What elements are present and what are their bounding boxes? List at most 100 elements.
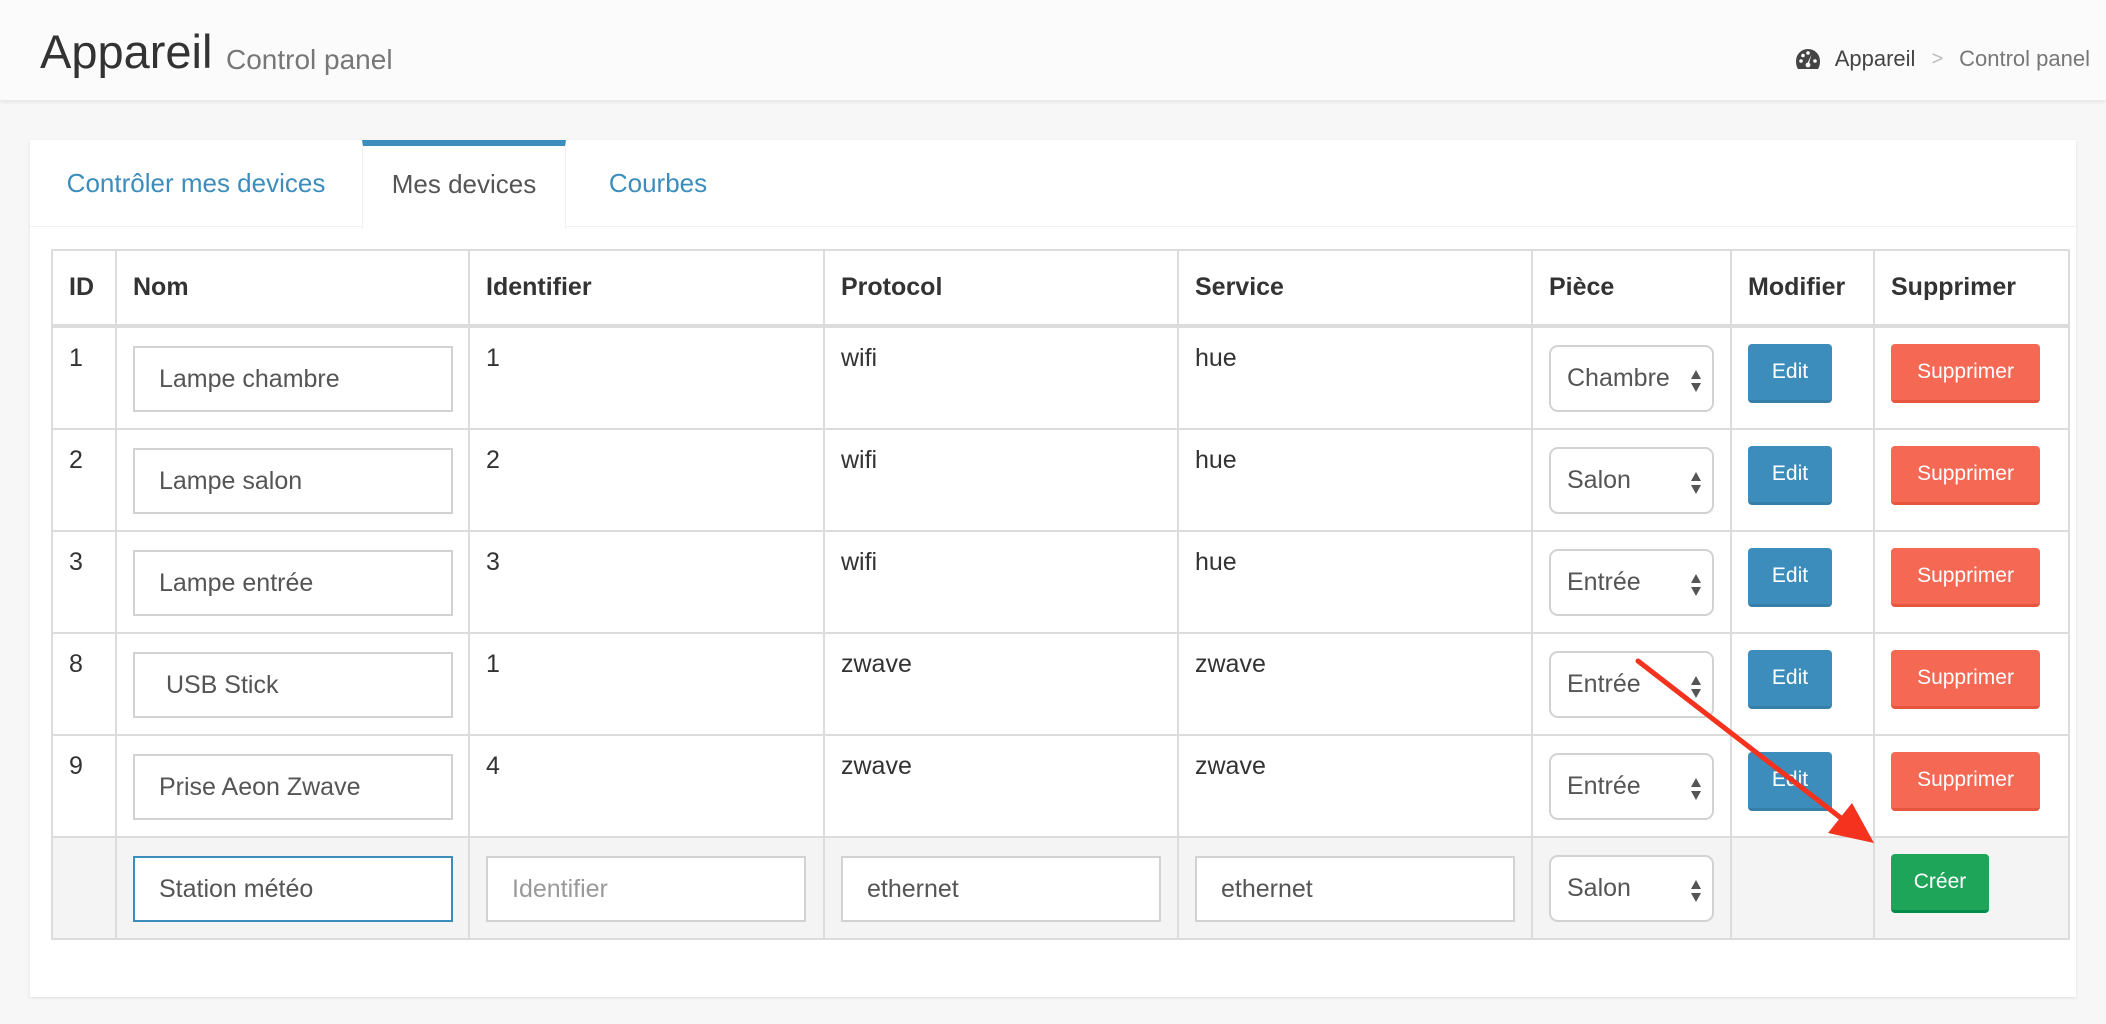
device-identifier: 1 [468,632,825,736]
device-delete-cell: Supprimer [1873,325,2070,430]
delete-button[interactable]: Supprimer [1891,548,2040,607]
device-name-input[interactable] [133,448,453,514]
device-room-select-value: Entrée [1567,670,1641,698]
select-arrows-icon [1691,778,1701,800]
tab-courbes[interactable]: Courbes [566,140,750,227]
column-header-piece: Pièce [1531,249,1732,328]
new-name-input[interactable] [133,856,453,922]
select-arrows-icon [1691,472,1701,494]
tab-bar: Contrôler mes devices Mes devices Courbe… [30,140,2076,229]
device-room-select-value: Salon [1567,466,1631,494]
device-name-cell [115,325,470,430]
edit-button[interactable]: Edit [1748,650,1832,709]
table-header-row: ID Nom Identifier Protocol Service Pièce… [51,249,2070,328]
column-header-modifier: Modifier [1730,249,1875,328]
device-protocol: wifi [823,530,1179,634]
device-protocol: zwave [823,632,1179,736]
device-row: 9 4 zwave zwave Entrée Edit Supprimer [51,734,2070,838]
delete-button[interactable]: Supprimer [1891,344,2040,403]
content-header: Appareil Control panel Appareil > Contro… [0,0,2106,100]
delete-button[interactable]: Supprimer [1891,650,2040,709]
device-modifier-cell: Edit [1730,530,1875,634]
device-room-select[interactable]: Entrée [1549,549,1714,616]
device-room-select[interactable]: Salon [1549,447,1714,514]
edit-button[interactable]: Edit [1748,446,1832,505]
new-room-select[interactable]: Salon [1549,855,1714,922]
device-room-select-value: Entrée [1567,772,1641,800]
device-room-select[interactable]: Chambre [1549,345,1714,412]
device-room-select-value: Chambre [1567,364,1670,392]
device-name-input[interactable] [133,754,453,820]
new-service-input[interactable] [1195,856,1515,922]
new-name-cell [115,836,470,940]
device-id: 3 [51,530,117,634]
edit-button[interactable]: Edit [1748,752,1832,811]
new-identifier-input[interactable] [486,856,806,922]
devices-table: ID Nom Identifier Protocol Service Pièce… [51,249,2070,940]
device-name-cell [115,428,470,532]
select-arrows-icon [1691,574,1701,596]
device-room-select[interactable]: Entrée [1549,651,1714,718]
device-name-input[interactable] [133,346,453,412]
device-modifier-cell: Edit [1730,734,1875,838]
device-room-cell: Entrée [1531,632,1732,736]
device-room-cell: Salon [1531,428,1732,532]
device-room-cell: Entrée [1531,530,1732,634]
device-room-cell: Entrée [1531,734,1732,838]
device-name-cell [115,632,470,736]
column-header-nom: Nom [115,249,470,328]
select-arrows-icon [1691,370,1701,392]
select-arrows-icon [1691,676,1701,698]
device-identifier: 2 [468,428,825,532]
breadcrumb: Appareil > Control panel [1795,46,2090,72]
column-header-protocol: Protocol [823,249,1179,328]
device-room-select-value: Entrée [1567,568,1641,596]
device-room-select[interactable]: Entrée [1549,753,1714,820]
device-delete-cell: Supprimer [1873,428,2070,532]
tab-mes-devices[interactable]: Mes devices [362,140,566,229]
device-modifier-cell: Edit [1730,632,1875,736]
device-protocol: zwave [823,734,1179,838]
device-row: 2 2 wifi hue Salon Edit Supprimer [51,428,2070,532]
column-header-supprimer: Supprimer [1873,249,2070,328]
devices-tab-box: Contrôler mes devices Mes devices Courbe… [30,140,2076,997]
edit-button[interactable]: Edit [1748,344,1832,403]
new-create-cell: Créer [1873,836,2070,940]
new-id-cell [51,836,117,940]
device-row: 3 3 wifi hue Entrée Edit Supprimer [51,530,2070,634]
delete-button[interactable]: Supprimer [1891,446,2040,505]
new-protocol-cell [823,836,1179,940]
device-service: zwave [1177,632,1533,736]
tab-controler-mes-devices[interactable]: Contrôler mes devices [30,140,362,227]
device-row: 8 1 zwave zwave Entrée Edit Supprimer [51,632,2070,736]
column-header-identifier: Identifier [468,249,825,328]
device-delete-cell: Supprimer [1873,530,2070,634]
breadcrumb-current: Control panel [1959,46,2090,71]
breadcrumb-link-appareil[interactable]: Appareil [1835,46,1916,72]
device-delete-cell: Supprimer [1873,734,2070,838]
device-identifier: 3 [468,530,825,634]
device-identifier: 1 [468,325,825,430]
create-button[interactable]: Créer [1891,854,1989,913]
device-name-cell [115,530,470,634]
device-modifier-cell: Edit [1730,325,1875,430]
page-title: Appareil [40,25,213,78]
device-room-cell: Chambre [1531,325,1732,430]
device-service: hue [1177,428,1533,532]
delete-button[interactable]: Supprimer [1891,752,2040,811]
breadcrumb-separator: > [1931,47,1944,70]
device-id: 1 [51,325,117,430]
device-id: 2 [51,428,117,532]
new-modifier-cell [1730,836,1875,940]
column-header-service: Service [1177,249,1533,328]
edit-button[interactable]: Edit [1748,548,1832,607]
device-delete-cell: Supprimer [1873,632,2070,736]
column-header-id: ID [51,249,117,328]
device-id: 9 [51,734,117,838]
new-device-row: Salon Créer [51,836,2070,940]
new-protocol-input[interactable] [841,856,1161,922]
device-service: hue [1177,530,1533,634]
device-name-input[interactable] [133,652,453,718]
device-name-input[interactable] [133,550,453,616]
device-identifier: 4 [468,734,825,838]
